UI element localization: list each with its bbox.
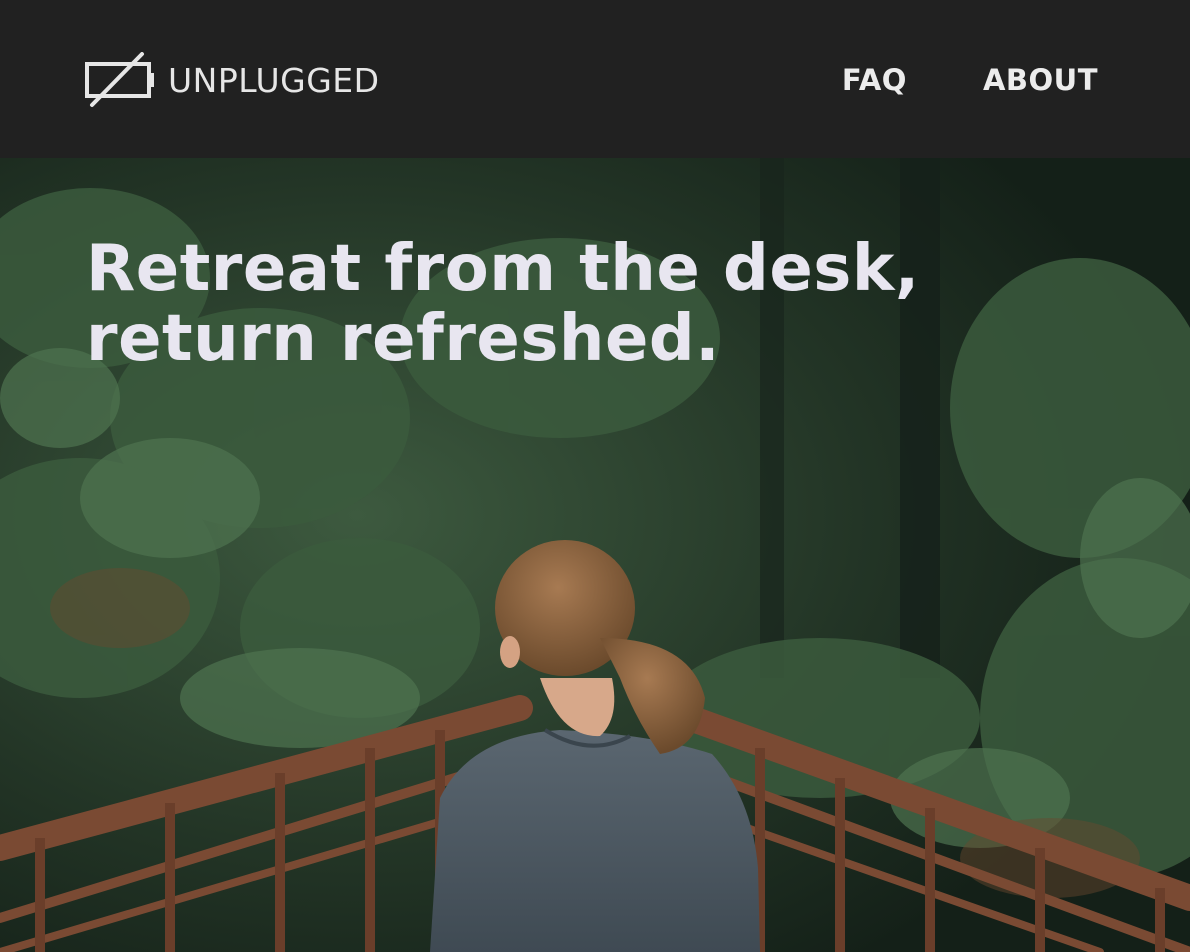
nav-link-faq[interactable]: FAQ [842, 60, 907, 100]
logo-text: UNPLUGGED [168, 60, 380, 100]
hero-section: Retreat from the desk, return refreshed. [0, 158, 1190, 952]
hero-headline: Retreat from the desk, return refreshed. [86, 234, 1086, 374]
main-nav: FAQ ABOUT [842, 60, 1098, 100]
logo-link[interactable]: UNPLUGGED [84, 52, 380, 108]
battery-slash-icon [84, 52, 156, 108]
site-header: UNPLUGGED FAQ ABOUT [0, 0, 1190, 158]
headline-line-1: Retreat from the desk, [86, 232, 920, 306]
headline-line-2: return refreshed. [86, 302, 720, 376]
nav-link-about[interactable]: ABOUT [983, 60, 1098, 100]
